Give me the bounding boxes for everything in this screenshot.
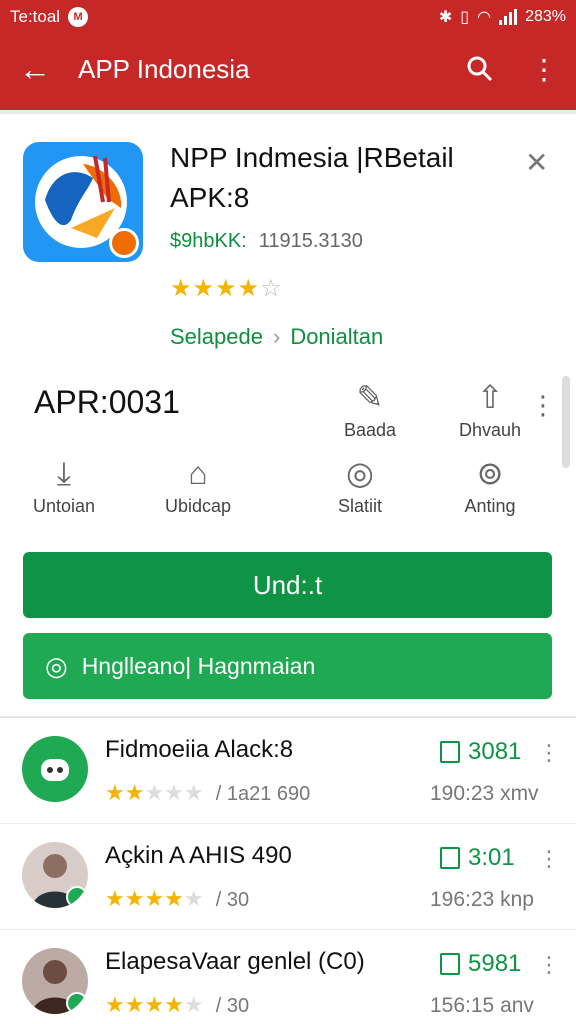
app-detail-card: NPP Indmesia |RBetail APK:8 ✕ $9hbKK: 11… (0, 110, 576, 720)
pin-icon: ✎ (356, 379, 384, 415)
version-label: APR:0031 (34, 384, 180, 420)
location-icon: ◎ (346, 455, 374, 491)
verified-icon (66, 992, 88, 1014)
list-item-value: 3:01 (440, 844, 515, 872)
list-item-date: 190:23 xmv (430, 782, 539, 805)
secondary-button-label: Hnglleano| Hagnmaian (81, 652, 316, 679)
check-circle-icon: ◎ (45, 650, 68, 681)
download-icon: ⤓ (56, 455, 72, 491)
list-item-date: 156:15 anv (430, 994, 534, 1017)
avatar (22, 948, 88, 1014)
action-folder[interactable]: ⌂ Ubidcap (148, 450, 248, 517)
pin-button[interactable]: ✎ Baada (320, 374, 420, 441)
size-label: 11915.3130 (258, 230, 363, 252)
list-item-rating: ★★★★★ / 1a21 690 (105, 780, 311, 805)
action-location[interactable]: ◎ Slatiit (310, 450, 410, 517)
star-icon: ★ (215, 275, 238, 302)
notification-icon: M (68, 7, 89, 27)
breadcrumb: Selapede › Donialtan (170, 324, 383, 350)
search-icon[interactable] (448, 34, 512, 104)
scrollbar[interactable] (562, 376, 570, 468)
list-item-name: Fidmoeiia Alack:8 (105, 736, 294, 763)
status-bar: Te:toal M ✱ ▯ ◠ 283% (0, 0, 576, 34)
verified-icon (66, 886, 88, 908)
overflow-menu-icon[interactable]: ⋮ (512, 34, 576, 104)
action-label: Anting (464, 496, 516, 516)
signal-icon (499, 9, 518, 25)
star-icon: ★ (170, 275, 193, 302)
rating-stars: ★★★★☆ (170, 274, 283, 303)
pin-label: Baada (343, 420, 397, 440)
copy-icon (440, 847, 460, 869)
close-icon[interactable]: ✕ (525, 146, 548, 179)
install-button-label: Und:.t (252, 569, 323, 600)
more-vert-icon[interactable]: ⋮ (538, 846, 560, 872)
carrier-label: Te:toal (10, 7, 61, 26)
wifi-icon: ◠ (477, 9, 492, 26)
list-item-value: 5981 (440, 950, 521, 978)
action-label: Ubidcap (164, 496, 232, 516)
list-item[interactable]: ElapesaVaar genlel (C0) ★★★★★ / 30 5981 … (0, 930, 576, 1024)
top-bar: Te:toal M ✱ ▯ ◠ 283% ← APP Indonesia ⋮ (0, 0, 576, 110)
developer-label[interactable]: $9hbKK: (170, 230, 247, 253)
copy-icon (440, 741, 460, 763)
action-lock[interactable]: ⊚ Anting (440, 450, 540, 517)
breadcrumb-category[interactable]: Selapede (170, 324, 263, 350)
list-item-count: / 1a21 690 (215, 783, 311, 805)
battery-label: 283% (525, 8, 566, 25)
avatar (22, 736, 88, 802)
install-button[interactable]: Und:.t (23, 552, 552, 618)
star-empty-icon: ☆ (260, 275, 283, 302)
secondary-button[interactable]: ◎ Hnglleano| Hagnmaian (23, 633, 552, 699)
more-vert-icon[interactable]: ⋮ (530, 390, 556, 421)
list-item-date: 196:23 knp (430, 888, 534, 911)
list-item[interactable]: Açkin A AHIS 490 ★★★★★ / 30 3:01 ⋮ 196:2… (0, 824, 576, 930)
folder-icon: ⌂ (188, 455, 208, 491)
app-bar: ← APP Indonesia ⋮ (0, 34, 576, 104)
share-icon: ⇧ (476, 379, 504, 415)
app-badge-icon (109, 228, 139, 258)
list-item-count: / 30 (215, 995, 250, 1017)
list-item-value: 3081 (440, 738, 521, 766)
avatar (22, 842, 88, 908)
action-label: Slatiit (337, 496, 382, 516)
more-vert-icon[interactable]: ⋮ (538, 740, 560, 766)
chevron-right-icon: › (272, 324, 281, 349)
vibrate-icon: ▯ (460, 9, 470, 26)
app-meta: $9hbKK: 11915.3130 (170, 230, 363, 253)
share-label: Dhvauh (458, 420, 522, 440)
list-item-name: Açkin A AHIS 490 (105, 842, 292, 869)
action-download[interactable]: ⤓ Untoian (14, 450, 114, 517)
action-label: Untoian (32, 496, 96, 516)
app-logo-icon (23, 142, 143, 262)
list-item-rating: ★★★★★ / 30 (105, 992, 250, 1017)
more-vert-icon[interactable]: ⋮ (538, 952, 560, 978)
review-list: Fidmoeiia Alack:8 ★★★★★ / 1a21 690 3081 … (0, 716, 576, 1024)
list-item[interactable]: Fidmoeiia Alack:8 ★★★★★ / 1a21 690 3081 … (0, 718, 576, 824)
share-button[interactable]: ⇧ Dhvauh (440, 374, 540, 441)
list-item-count: / 30 (215, 889, 250, 911)
bluetooth-icon: ✱ (438, 9, 453, 26)
breadcrumb-current[interactable]: Donialtan (290, 324, 383, 350)
list-item-name: ElapesaVaar genlel (C0) (105, 948, 365, 975)
star-icon: ★ (237, 275, 261, 302)
back-arrow-icon[interactable]: ← (0, 34, 70, 104)
list-item-rating: ★★★★★ / 30 (105, 886, 250, 911)
copy-icon (440, 953, 460, 975)
app-title: NPP Indmesia |RBetail APK:8 (170, 142, 454, 213)
lock-icon: ⊚ (476, 455, 504, 491)
star-icon: ★ (192, 275, 216, 302)
app-bar-title: APP Indonesia (78, 53, 250, 84)
